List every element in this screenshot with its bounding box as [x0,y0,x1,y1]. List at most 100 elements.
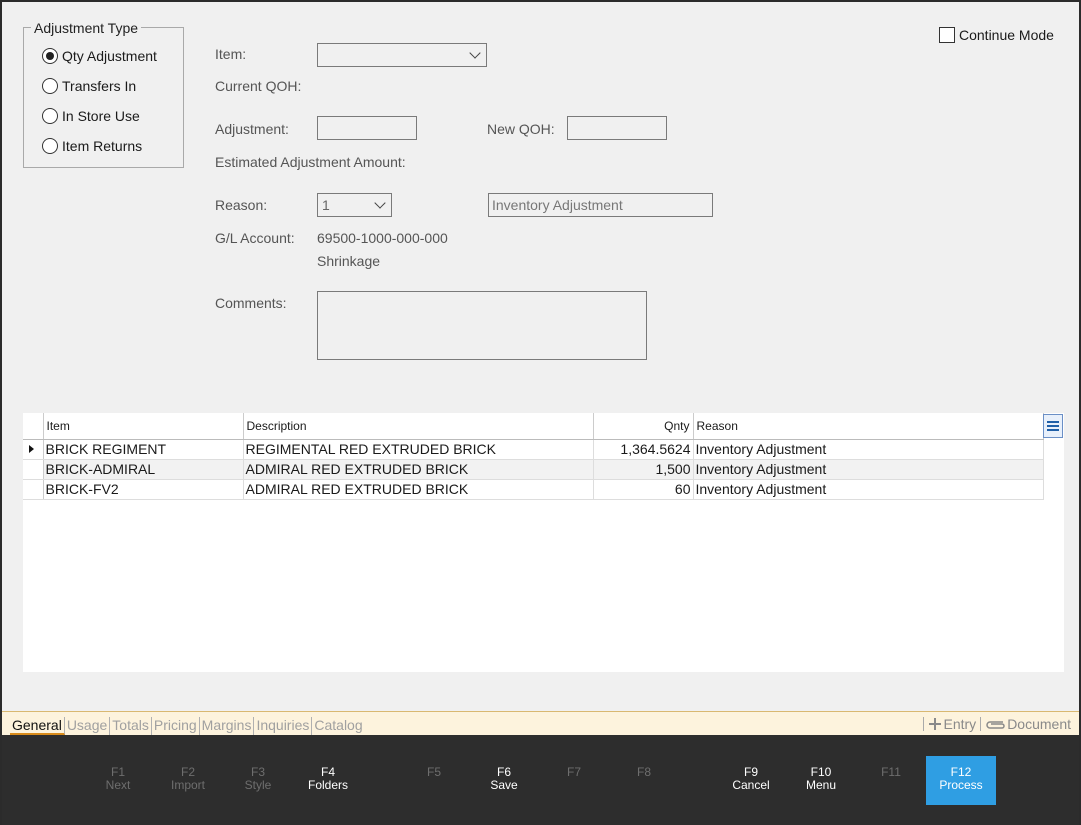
fkey-code: F5 [426,765,441,779]
column-header-reason[interactable]: Reason [693,413,1044,440]
radio-transfers-in[interactable]: Transfers In [42,76,136,96]
f8-button[interactable]: F8 [609,756,679,805]
cell-description[interactable]: ADMIRAL RED EXTRUDED BRICK [243,459,594,480]
plus-icon [928,718,941,730]
radio-button[interactable] [42,48,58,64]
table-row[interactable]: BRICK-FV2 ADMIRAL RED EXTRUDED BRICK 60 … [23,479,1044,500]
entry-label: Entry [943,716,977,732]
radio-button[interactable] [42,138,58,154]
f3-style-button[interactable]: F3 Style [223,756,293,805]
grid-menu-button[interactable] [1043,414,1063,438]
chevron-down-icon[interactable] [374,197,386,209]
tab-usage[interactable]: Usage [65,717,111,735]
function-key-bar: F1 Next F2 Import F3 Style F4 Folders F5 F6 S… [2,735,1079,825]
comments-label: Comments: [215,295,287,311]
cell-qnty[interactable]: 1,500 [593,459,694,480]
fkey-label: Menu [805,778,837,792]
comments-textarea[interactable] [317,291,647,360]
fkey-label: Save [490,778,518,792]
cell-reason[interactable]: Inventory Adjustment [693,439,1044,460]
hamburger-icon-bar [1047,429,1059,431]
item-combobox[interactable] [317,43,487,67]
divider [922,717,924,731]
cell-qnty[interactable]: 1,364.5624 [593,439,694,460]
f2-import-button[interactable]: F2 Import [153,756,223,805]
radio-item-returns[interactable]: Item Returns [42,136,142,156]
cell-item[interactable]: BRICK REGIMENT [43,439,244,460]
chevron-down-icon[interactable] [469,47,481,59]
cell-reason[interactable]: Inventory Adjustment [693,479,1044,500]
fkey-code: F11 [881,765,901,779]
f1-next-button[interactable]: F1 Next [83,756,153,805]
document-button[interactable]: Document [985,716,1071,732]
item-label: Item: [215,46,247,62]
fkey-label: Folders [307,778,348,792]
current-qoh-label: Current QOH: [215,78,302,94]
tab-margins[interactable]: Margins [200,717,255,735]
cell-item[interactable]: BRICK-FV2 [43,479,244,500]
row-selector[interactable] [23,439,44,460]
row-selector[interactable] [23,479,44,500]
adjustment-grid: Item Description Qnty Reason BRICK REGIM… [23,413,1064,672]
fkey-label: Cancel [732,778,770,792]
cell-item[interactable]: BRICK-ADMIRAL [43,459,244,480]
adjustment-type-legend: Adjustment Type [31,20,142,36]
f4-folders-button[interactable]: F4 Folders [293,756,363,805]
radio-qty-adjustment[interactable]: Qty Adjustment [42,46,157,66]
radio-label: Transfers In [62,78,137,94]
checkbox-box[interactable] [939,27,955,43]
hamburger-icon-bar [1047,425,1059,427]
adjustment-input[interactable] [317,116,417,140]
radio-button[interactable] [42,108,58,124]
cell-description[interactable]: ADMIRAL RED EXTRUDED BRICK [243,479,594,500]
divider [980,717,982,731]
f9-cancel-button[interactable]: F9 Cancel [716,756,786,805]
row-selector-header [23,413,44,440]
continue-mode-label: Continue Mode [959,27,1054,43]
reason-combobox[interactable]: 1 [317,193,392,217]
radio-in-store-use[interactable]: In Store Use [42,106,140,126]
hamburger-icon-bar [1047,421,1059,423]
column-header-description[interactable]: Description [243,413,594,440]
window-frame: Adjustment Type Qty Adjustment Transfers… [0,0,1081,825]
f5-button[interactable]: F5 [399,756,469,805]
row-selector[interactable] [23,459,44,480]
estimated-adjustment-label: Estimated Adjustment Amount: [215,154,406,170]
fkey-label: Style [244,778,272,792]
radio-label: Item Returns [62,138,143,154]
tab-actions: Entry Document [922,716,1071,732]
column-header-item[interactable]: Item [43,413,244,440]
entry-button[interactable]: Entry [928,716,977,732]
tab-general[interactable]: General [10,717,65,735]
reason-label: Reason: [215,197,268,213]
table-row[interactable]: BRICK REGIMENT REGIMENTAL RED EXTRUDED B… [23,439,1044,460]
gl-account-label: G/L Account: [215,230,295,246]
adjustment-label: Adjustment: [215,121,289,137]
fkey-label: Import [170,778,205,792]
radio-label: In Store Use [62,108,140,124]
bottom-tab-strip: General Usage Totals Pricing Margins Inq… [2,711,1079,735]
cell-description[interactable]: REGIMENTAL RED EXTRUDED BRICK [243,439,594,460]
tab-catalog[interactable]: Catalog [312,717,364,735]
f7-button[interactable]: F7 [539,756,609,805]
cell-reason[interactable]: Inventory Adjustment [693,459,1044,480]
f11-button[interactable]: F11 [856,756,926,805]
gl-account-value: 69500-1000-000-000 [317,230,448,246]
reason-description: Inventory Adjustment [488,193,713,217]
cell-qnty[interactable]: 60 [593,479,694,500]
new-qoh-input[interactable] [567,116,667,140]
reason-code: 1 [322,197,330,213]
tab-pricing[interactable]: Pricing [152,717,200,735]
f6-save-button[interactable]: F6 Save [469,756,539,805]
current-row-arrow-icon [29,445,34,453]
tab-totals[interactable]: Totals [110,717,152,735]
new-qoh-label: New QOH: [487,121,555,137]
continue-mode-checkbox[interactable]: Continue Mode [939,25,1054,45]
f12-process-button[interactable]: F12 Process [926,756,996,805]
tab-inquiries[interactable]: Inquiries [254,717,313,735]
table-row[interactable]: BRICK-ADMIRAL ADMIRAL RED EXTRUDED BRICK… [23,459,1044,480]
radio-button[interactable] [42,78,58,94]
grid-header-row: Item Description Qnty Reason [23,413,1044,440]
column-header-qnty[interactable]: Qnty [593,413,694,440]
f10-menu-button[interactable]: F10 Menu [786,756,856,805]
